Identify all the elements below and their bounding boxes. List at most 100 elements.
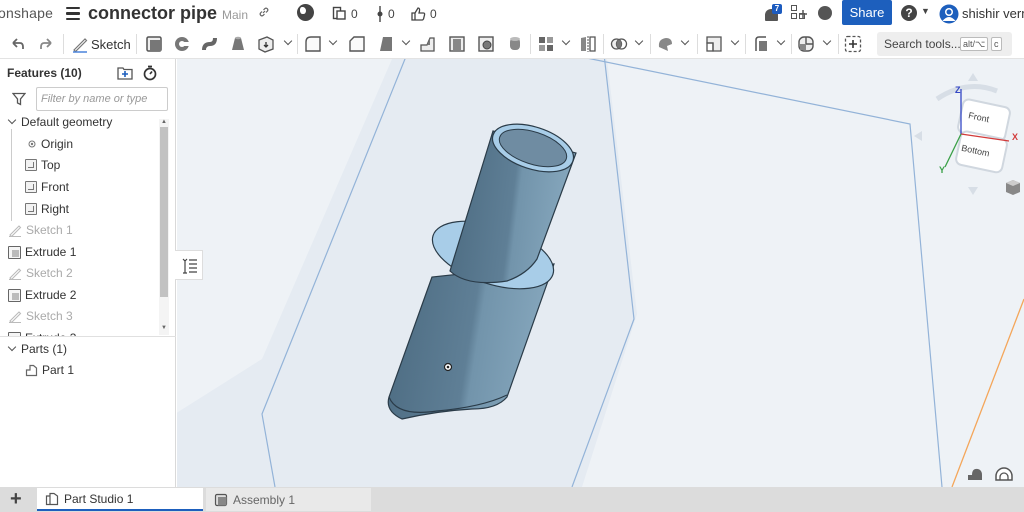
add-tab-plus-icon[interactable]: + bbox=[10, 489, 22, 509]
rotate-arc-icon[interactable] bbox=[935, 84, 998, 102]
tab-label: Assembly 1 bbox=[233, 492, 296, 507]
split-icon[interactable] bbox=[656, 35, 674, 53]
undo-icon[interactable] bbox=[11, 35, 25, 53]
plane-icon bbox=[25, 159, 37, 171]
feature-item-origin[interactable]: Origin bbox=[27, 137, 73, 151]
shell-icon[interactable] bbox=[448, 35, 466, 53]
extrude-icon[interactable] bbox=[145, 35, 163, 53]
document-title[interactable]: connector pipe bbox=[88, 3, 217, 24]
tab-label: Part Studio 1 bbox=[64, 491, 134, 506]
plane-tool-icon[interactable] bbox=[705, 35, 723, 53]
add-folder-icon[interactable] bbox=[117, 66, 133, 80]
app-store-icon[interactable] bbox=[791, 5, 807, 21]
chamfer-icon[interactable] bbox=[348, 35, 366, 53]
branch-label[interactable]: Main bbox=[222, 8, 248, 22]
scroll-up-arrow-icon[interactable]: ▲ bbox=[160, 119, 168, 127]
linear-pattern-icon[interactable] bbox=[537, 35, 555, 53]
parts-group[interactable]: Parts (1) bbox=[7, 342, 67, 356]
feature-item-sketch-2[interactable]: Sketch 2 bbox=[8, 266, 73, 280]
chevron-down-icon[interactable] bbox=[7, 344, 17, 354]
tab-part-studio-1[interactable]: Part Studio 1 bbox=[37, 488, 203, 511]
notifications-bell-icon[interactable]: 7 bbox=[764, 4, 782, 22]
view-cube[interactable]: Front Bottom Z X Y bbox=[914, 73, 1018, 195]
sketch-icon bbox=[9, 268, 22, 280]
user-name[interactable]: shishir verm bbox=[962, 6, 1024, 21]
add-custom-feature-icon[interactable] bbox=[844, 35, 862, 53]
share-button[interactable]: Share bbox=[842, 0, 892, 25]
cylinder-icon[interactable] bbox=[506, 35, 524, 53]
thicken-icon[interactable] bbox=[257, 35, 275, 53]
chevron-down-icon[interactable] bbox=[776, 38, 786, 48]
3d-scene[interactable]: Front Bottom Z X Y bbox=[177, 59, 1024, 487]
redo-icon[interactable] bbox=[39, 35, 53, 53]
public-globe-icon[interactable] bbox=[297, 4, 314, 21]
axis-x-label: X bbox=[1012, 132, 1018, 142]
feature-item-right-plane[interactable]: Right bbox=[25, 202, 69, 216]
rollback-timer-icon[interactable] bbox=[142, 65, 158, 81]
feature-item-sketch-1[interactable]: Sketch 1 bbox=[8, 223, 73, 237]
filter-icon[interactable] bbox=[12, 92, 26, 106]
mirror-icon[interactable] bbox=[579, 35, 597, 53]
chevron-down-icon[interactable] bbox=[730, 38, 740, 48]
rib-icon[interactable] bbox=[419, 35, 437, 53]
scrollbar-thumb[interactable] bbox=[160, 127, 168, 297]
hole-icon[interactable] bbox=[477, 35, 495, 53]
fillet-icon[interactable] bbox=[304, 35, 322, 53]
view-cube-menu-icon[interactable] bbox=[1006, 180, 1020, 195]
versions-stat[interactable]: 0 bbox=[332, 6, 358, 21]
chevron-down-icon[interactable] bbox=[561, 38, 571, 48]
menu-icon[interactable] bbox=[66, 4, 80, 21]
branch-icon bbox=[377, 6, 383, 22]
rotate-left-arrow-icon[interactable] bbox=[914, 131, 922, 141]
default-geometry-group[interactable]: Default geometry bbox=[7, 115, 112, 129]
loft-icon[interactable] bbox=[229, 35, 247, 53]
sweep-icon[interactable] bbox=[201, 35, 219, 53]
part-label: Part 1 bbox=[42, 363, 75, 377]
feature-item-top-plane[interactable]: Top bbox=[25, 158, 60, 172]
parts-label: Parts (1) bbox=[21, 342, 68, 356]
chevron-down-icon[interactable] bbox=[7, 117, 17, 127]
feature-list-toggle-button[interactable] bbox=[175, 250, 203, 280]
chevron-down-icon[interactable] bbox=[283, 38, 293, 48]
tab-assembly-1[interactable]: Assembly 1 bbox=[206, 488, 371, 511]
branches-stat[interactable]: 0 bbox=[376, 6, 395, 22]
chevron-down-icon[interactable] bbox=[328, 38, 338, 48]
rotate-up-arrow-icon[interactable] bbox=[968, 73, 978, 81]
section-view-icon[interactable] bbox=[797, 35, 815, 53]
features-title: Features (10) bbox=[7, 66, 82, 80]
rotate-down-arrow-icon[interactable] bbox=[968, 187, 978, 195]
likes-stat[interactable]: 0 bbox=[410, 6, 437, 22]
draft-icon[interactable] bbox=[377, 35, 395, 53]
feature-list-panel: Features (10) Default geometry Origin To… bbox=[0, 59, 176, 487]
feature-label: Sketch 3 bbox=[26, 309, 73, 323]
search-tools-input[interactable]: Search tools... alt/⌥ c bbox=[877, 32, 1012, 56]
help-dropdown-caret-icon[interactable]: ▼ bbox=[921, 6, 930, 16]
onshape-logo[interactable]: onshape bbox=[0, 5, 53, 21]
mass-properties-icon[interactable] bbox=[995, 467, 1013, 481]
toolbar-divider bbox=[136, 34, 137, 54]
help-icon[interactable]: ? bbox=[901, 5, 917, 21]
scroll-down-arrow-icon[interactable]: ▼ bbox=[160, 325, 168, 333]
link-icon[interactable] bbox=[258, 6, 270, 21]
learning-center-icon[interactable] bbox=[818, 6, 832, 20]
chevron-down-icon[interactable] bbox=[634, 38, 644, 48]
extrude-icon bbox=[8, 245, 21, 259]
boolean-icon[interactable] bbox=[610, 35, 628, 53]
chevron-down-icon[interactable] bbox=[822, 38, 832, 48]
part-item-part-1[interactable]: Part 1 bbox=[25, 363, 74, 377]
feature-item-sketch-3[interactable]: Sketch 3 bbox=[8, 309, 73, 323]
feature-toolbar: Sketch Search tools... alt/⌥ c bbox=[0, 28, 1024, 59]
user-avatar-icon[interactable] bbox=[939, 4, 959, 24]
chevron-down-icon[interactable] bbox=[680, 38, 690, 48]
sketch-label: Sketch bbox=[91, 37, 131, 52]
measure-tool-icon[interactable] bbox=[968, 468, 982, 480]
mate-connector-icon[interactable] bbox=[752, 35, 770, 53]
feature-item-front-plane[interactable]: Front bbox=[25, 180, 69, 194]
feature-item-extrude-2[interactable]: Extrude 2 bbox=[8, 288, 76, 302]
graphics-viewport[interactable]: Front Bottom Z X Y bbox=[177, 59, 1024, 487]
revolve-icon[interactable] bbox=[173, 35, 191, 53]
chevron-down-icon[interactable] bbox=[401, 38, 411, 48]
filter-features-input[interactable] bbox=[36, 87, 168, 111]
feature-item-extrude-1[interactable]: Extrude 1 bbox=[8, 245, 76, 259]
front-plane[interactable] bbox=[177, 59, 637, 487]
